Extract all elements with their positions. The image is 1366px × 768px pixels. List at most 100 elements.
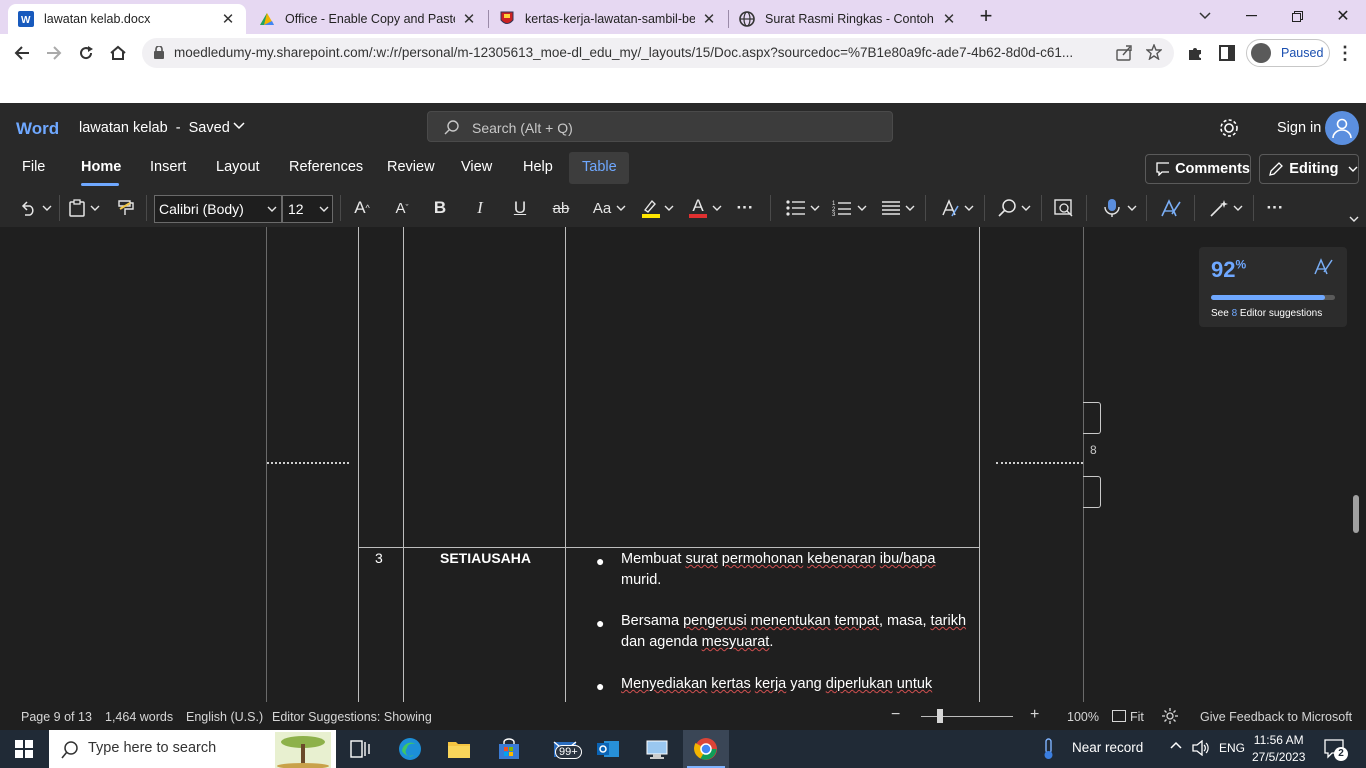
profile-button[interactable]: Paused (1246, 39, 1330, 67)
fit-button[interactable]: Fit (1130, 710, 1144, 724)
page-count[interactable]: Page 9 of 13 (21, 710, 92, 724)
tab-references[interactable]: References (289, 159, 363, 175)
misspelled-word[interactable]: kebenaran (807, 551, 876, 567)
bold-button[interactable]: B (428, 194, 452, 222)
tray-chevron-up-icon[interactable] (1170, 741, 1182, 749)
file-explorer-icon[interactable] (445, 735, 473, 763)
new-tab-button[interactable]: + (964, 0, 1008, 32)
duty-item-2[interactable]: Bersama pengerusi menentukan tempat, mas… (621, 611, 977, 653)
tab-review[interactable]: Review (387, 159, 435, 175)
font-color-button[interactable]: A (686, 194, 710, 222)
zoom-level[interactable]: 100% (1067, 710, 1099, 724)
account-avatar[interactable] (1325, 111, 1359, 145)
vertical-scrollbar[interactable] (1353, 495, 1359, 533)
misspelled-word[interactable]: surat (685, 551, 717, 567)
zoom-in-button[interactable]: + (1030, 706, 1039, 724)
numbering-icon[interactable]: 123 (830, 194, 854, 222)
language-status[interactable]: English (U.S.) (186, 710, 263, 724)
table-cell-number[interactable]: 3 (375, 550, 383, 566)
share-icon[interactable] (1116, 45, 1132, 61)
change-case-button[interactable]: Aa (589, 194, 615, 222)
chevron-down-icon[interactable] (1231, 194, 1245, 222)
chevron-down-icon[interactable] (808, 194, 822, 222)
editor-score-card[interactable]: 92% See 8 Editor suggestions (1199, 247, 1347, 327)
remote-desktop-icon[interactable] (643, 735, 671, 763)
editing-mode-button[interactable]: Editing (1259, 154, 1359, 184)
word-count[interactable]: 1,464 words (105, 710, 173, 724)
brightness-icon[interactable] (1162, 708, 1178, 724)
misspelled-word[interactable]: kertas (711, 676, 751, 692)
task-view-icon[interactable] (346, 735, 374, 763)
browser-menu-icon[interactable]: ⋮ (1329, 37, 1361, 69)
tab-home[interactable]: Home (81, 159, 121, 175)
tab-help[interactable]: Help (523, 159, 553, 175)
tab-insert[interactable]: Insert (150, 159, 186, 175)
extensions-puzzle-icon[interactable] (1179, 37, 1211, 69)
comment-marker[interactable] (1083, 476, 1101, 508)
tab-view[interactable]: View (461, 159, 492, 175)
browser-tab-kertas-kerja[interactable]: kertas-kerja-lawatan-sambil-bela ✕ (489, 4, 727, 34)
mail-icon[interactable]: 99+ (545, 735, 585, 763)
comment-marker[interactable] (1083, 402, 1101, 434)
designer-wand-icon[interactable] (1207, 194, 1231, 222)
misspelled-word[interactable]: untuk (897, 676, 932, 692)
chevron-down-icon[interactable] (40, 194, 54, 222)
shrink-font-button[interactable]: Aˇ (390, 194, 414, 222)
editor-suggestions-link[interactable]: See 8 Editor suggestions (1211, 308, 1322, 319)
find-icon[interactable] (996, 194, 1020, 222)
word-brand[interactable]: Word (16, 119, 59, 139)
misspelled-word[interactable]: ibu/bapa (880, 551, 936, 567)
close-tab-icon[interactable]: ✕ (701, 11, 717, 28)
grow-font-button[interactable]: A ^ (350, 194, 374, 222)
input-language[interactable]: ENG (1219, 741, 1245, 755)
outlook-icon[interactable] (594, 735, 622, 763)
close-tab-icon[interactable]: ✕ (220, 11, 236, 28)
misspelled-word[interactable]: tarikh (931, 613, 966, 629)
chevron-down-icon[interactable] (710, 194, 724, 222)
misspelled-word[interactable]: menentukan (751, 613, 831, 629)
more-options-button[interactable]: ··· (1262, 194, 1288, 222)
browser-tab-surat-rasmi[interactable]: Surat Rasmi Ringkas - Contoh Fo ✕ (729, 4, 967, 34)
comments-button[interactable]: Comments (1145, 154, 1251, 184)
chevron-down-icon[interactable] (233, 122, 245, 130)
back-button[interactable] (6, 37, 38, 69)
chevron-down-icon[interactable] (614, 194, 628, 222)
format-painter-icon[interactable] (114, 194, 138, 222)
chevron-down-icon[interactable] (1125, 194, 1139, 222)
close-tab-icon[interactable]: ✕ (941, 11, 957, 28)
browser-tab-word[interactable]: W lawatan kelab.docx ✕ (8, 4, 246, 34)
side-panel-icon[interactable] (1211, 37, 1243, 69)
paste-clipboard-icon[interactable] (66, 194, 88, 222)
microsoft-store-icon[interactable] (495, 735, 523, 763)
font-size-select[interactable]: 12 (282, 195, 333, 223)
minimize-button[interactable] (1228, 0, 1274, 32)
misspelled-word[interactable]: pengerusi (683, 613, 747, 629)
bookmark-star-icon[interactable] (1146, 44, 1162, 60)
tab-layout[interactable]: Layout (216, 159, 260, 175)
sign-in-link[interactable]: Sign in (1277, 120, 1321, 136)
browser-tab-office[interactable]: Office - Enable Copy and Paste - ✕ (249, 4, 487, 34)
search-box[interactable]: Search (Alt + Q) (427, 111, 893, 142)
thermometer-icon[interactable] (1042, 738, 1054, 760)
system-clock[interactable]: 11:56 AM 27/5/2023 (1252, 732, 1305, 766)
weather-status[interactable]: Near record (1072, 740, 1143, 755)
chevron-down-icon[interactable] (88, 194, 102, 222)
align-icon[interactable] (879, 194, 903, 222)
chevron-down-icon[interactable] (855, 194, 869, 222)
close-window-button[interactable]: ✕ (1320, 0, 1366, 32)
tab-search-chevron-icon[interactable] (1182, 0, 1228, 32)
feedback-link[interactable]: Give Feedback to Microsoft (1200, 710, 1352, 724)
tab-table[interactable]: Table (582, 159, 617, 175)
table-cell-role[interactable]: SETIAUSAHA (440, 550, 531, 566)
bullets-icon[interactable] (784, 194, 808, 222)
zoom-slider[interactable] (921, 716, 1013, 717)
editor-status[interactable]: Editor Suggestions: Showing (272, 710, 432, 724)
dictate-microphone-icon[interactable] (1100, 194, 1124, 222)
misspelled-word[interactable]: kerja (755, 676, 786, 692)
volume-icon[interactable] (1192, 740, 1210, 756)
misspelled-word[interactable]: permohonan (722, 551, 803, 567)
lock-icon[interactable] (154, 46, 164, 59)
reuse-files-icon[interactable] (1052, 194, 1076, 222)
editor-icon[interactable] (1157, 194, 1183, 222)
address-bar[interactable]: moedledumy-my.sharepoint.com/:w:/r/perso… (142, 38, 1174, 68)
